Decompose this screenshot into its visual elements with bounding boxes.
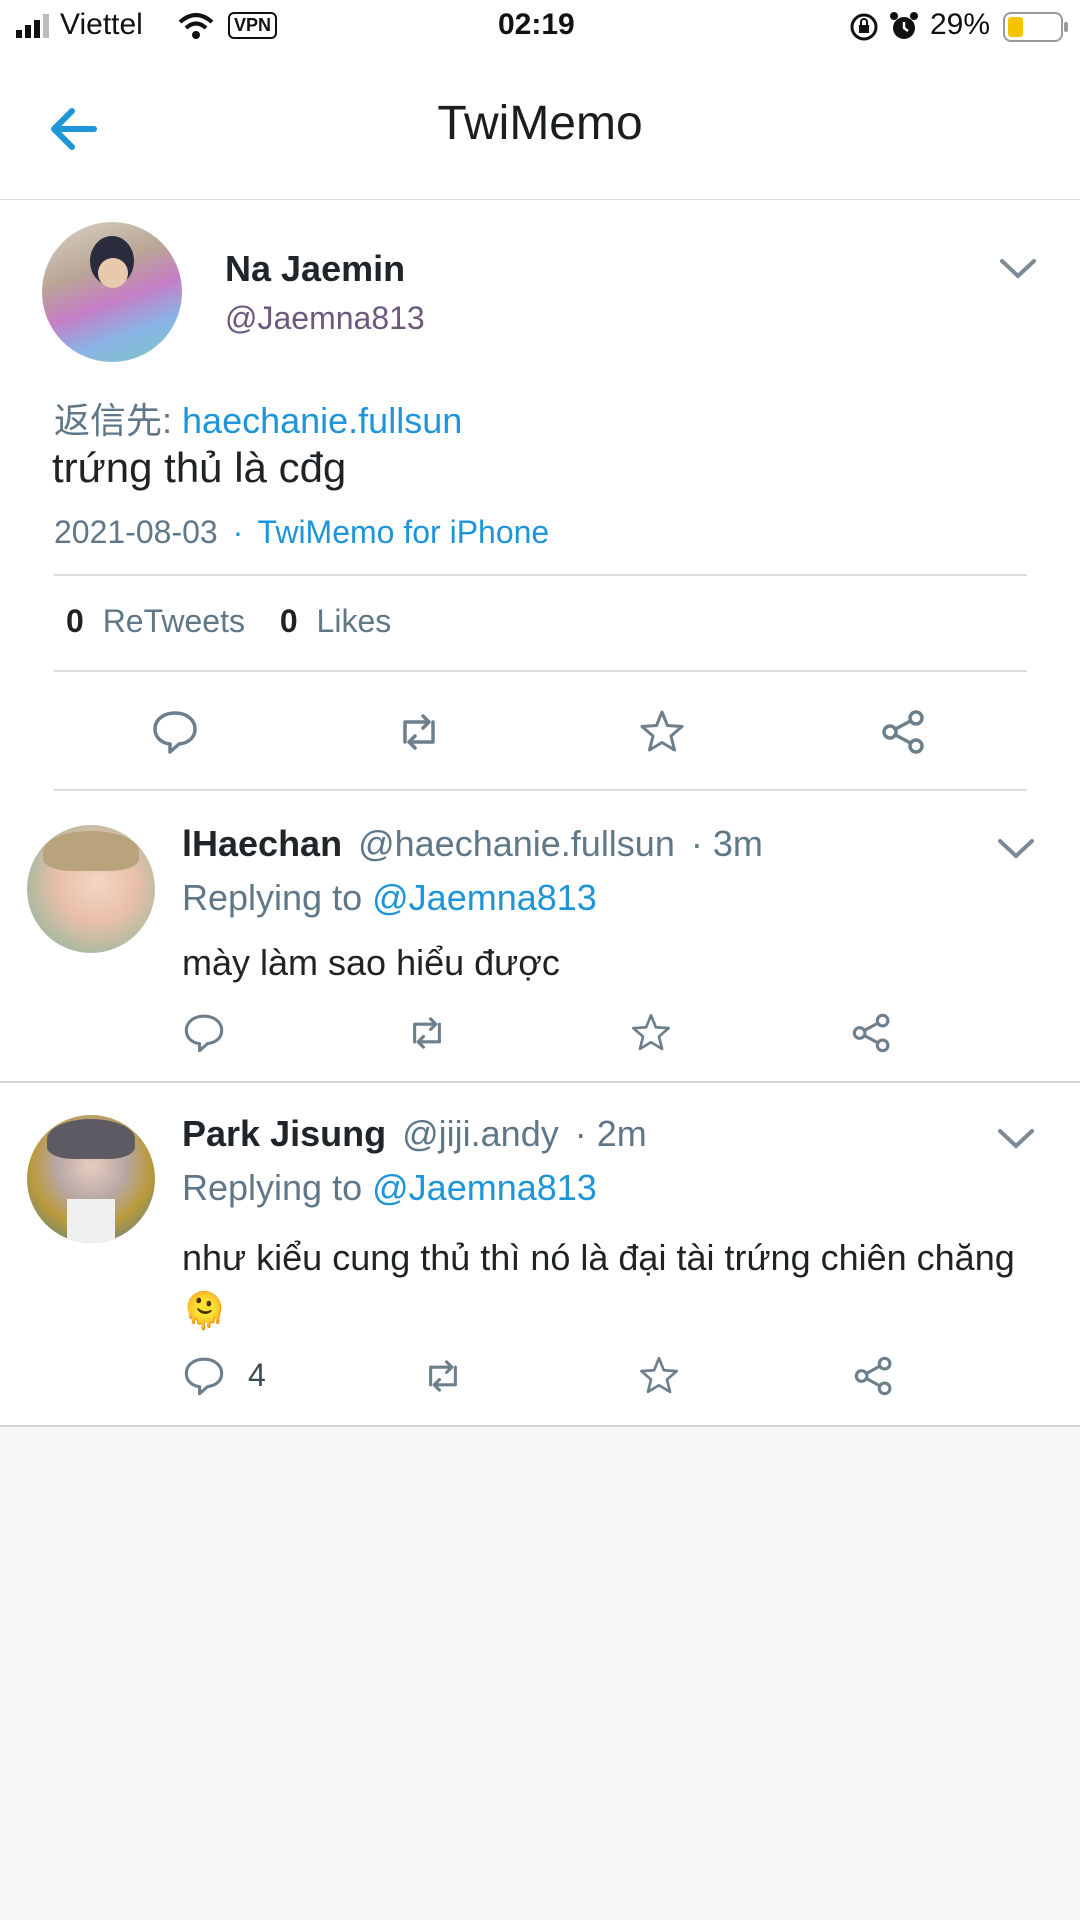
retweet-button[interactable] [404, 1010, 450, 1056]
main-tweet: Na Jaemin @Jaemna813 返信先: haechanie.full… [0, 200, 1080, 791]
author-handle[interactable]: @Jaemna813 [225, 300, 425, 337]
retweet-icon [413, 1017, 441, 1049]
tweet-date: 2021-08-03 [54, 514, 218, 550]
retweet-icon [429, 1360, 457, 1392]
replying-user[interactable]: @Jaemna813 [372, 1167, 597, 1208]
tweet-text: trứng thủ là cđg [52, 444, 347, 491]
battery-percent: 29% [930, 8, 991, 41]
reply-button[interactable] [181, 1010, 227, 1056]
comment-icon [153, 711, 197, 754]
reply-time: · 3m [690, 823, 763, 864]
comment-icon [184, 1357, 224, 1396]
wifi-icon [178, 13, 214, 39]
reply-item[interactable]: lHaechan @haechanie.fullsun · 3m Replyin… [0, 791, 1080, 1083]
battery-icon [1003, 12, 1068, 42]
reply-author-handle[interactable]: @haechanie.fullsun [358, 823, 675, 864]
chevron-down-icon[interactable] [998, 256, 1038, 282]
retweet-icon [403, 714, 435, 750]
reply-time: · 2m [574, 1113, 647, 1154]
retweets-count: 0 [66, 603, 84, 639]
share-icon [882, 710, 924, 754]
clock: 02:19 [498, 8, 575, 41]
reply-button[interactable] [181, 1353, 227, 1399]
divider [54, 670, 1027, 672]
rotation-lock-icon [850, 13, 878, 41]
avatar[interactable] [42, 222, 182, 362]
reply-to-label: 返信先: [54, 400, 173, 441]
divider [54, 574, 1027, 576]
reply-header: lHaechan @haechanie.fullsun · 3m [182, 823, 763, 865]
reply-to-line: 返信先: haechanie.fullsun [54, 392, 462, 444]
reply-header: Park Jisung @jiji.andy · 2m [182, 1113, 647, 1155]
reply-text: mày làm sao hiểu được [182, 942, 560, 983]
like-button[interactable] [628, 1010, 674, 1056]
reply-button[interactable] [149, 706, 201, 758]
tweet-meta: 2021-08-03 · TwiMemo for iPhone [54, 514, 549, 551]
star-icon [639, 1356, 679, 1394]
replying-label: Replying to [182, 1167, 363, 1208]
signal-icon [16, 14, 49, 38]
chevron-down-icon[interactable] [996, 1126, 1036, 1152]
star-icon [640, 710, 684, 752]
comment-icon [184, 1014, 224, 1053]
tweet-source[interactable]: TwiMemo for iPhone [258, 514, 550, 550]
likes-label[interactable]: Likes [317, 603, 392, 639]
share-button[interactable] [849, 1010, 895, 1056]
status-bar: Viettel VPN 02:19 29% [0, 0, 1080, 54]
replying-user[interactable]: @Jaemna813 [372, 877, 597, 918]
carrier-label: Viettel [60, 8, 143, 41]
reply-text: như kiểu cung thủ thì nó là đại tài trứn… [182, 1237, 1015, 1331]
retweets-label[interactable]: ReTweets [103, 603, 245, 639]
retweet-button[interactable] [420, 1353, 466, 1399]
chevron-down-icon[interactable] [996, 836, 1036, 862]
like-button[interactable] [636, 1353, 682, 1399]
replying-to-line: Replying to @Jaemna813 [182, 877, 597, 919]
reply-author-name[interactable]: lHaechan [182, 823, 342, 864]
avatar[interactable] [27, 1115, 155, 1243]
engagement-stats: 0 ReTweets 0 Likes [66, 603, 391, 640]
likes-count: 0 [279, 603, 298, 639]
avatar[interactable] [27, 825, 155, 953]
reply-count: 4 [248, 1357, 266, 1393]
reply-item[interactable]: Park Jisung @jiji.andy · 2m Replying to … [0, 1083, 1080, 1427]
page-title: TwiMemo [437, 97, 643, 150]
share-button[interactable] [878, 706, 930, 758]
like-button[interactable] [636, 706, 688, 758]
replying-to-line: Replying to @Jaemna813 [182, 1167, 597, 1209]
replying-label: Replying to [182, 877, 363, 918]
star-icon [631, 1013, 671, 1051]
share-button[interactable] [851, 1353, 897, 1399]
share-icon [852, 1013, 890, 1053]
retweet-button[interactable] [393, 706, 445, 758]
meta-separator: · [232, 514, 244, 550]
share-icon [854, 1356, 892, 1396]
vpn-badge: VPN [228, 12, 278, 39]
reply-to-user[interactable]: haechanie.fullsun [182, 400, 462, 441]
nav-header: TwiMemo [0, 54, 1080, 201]
author-name[interactable]: Na Jaemin [225, 248, 405, 290]
reply-author-handle[interactable]: @jiji.andy [402, 1113, 559, 1154]
reply-author-name[interactable]: Park Jisung [182, 1113, 386, 1154]
alarm-icon [890, 12, 918, 39]
